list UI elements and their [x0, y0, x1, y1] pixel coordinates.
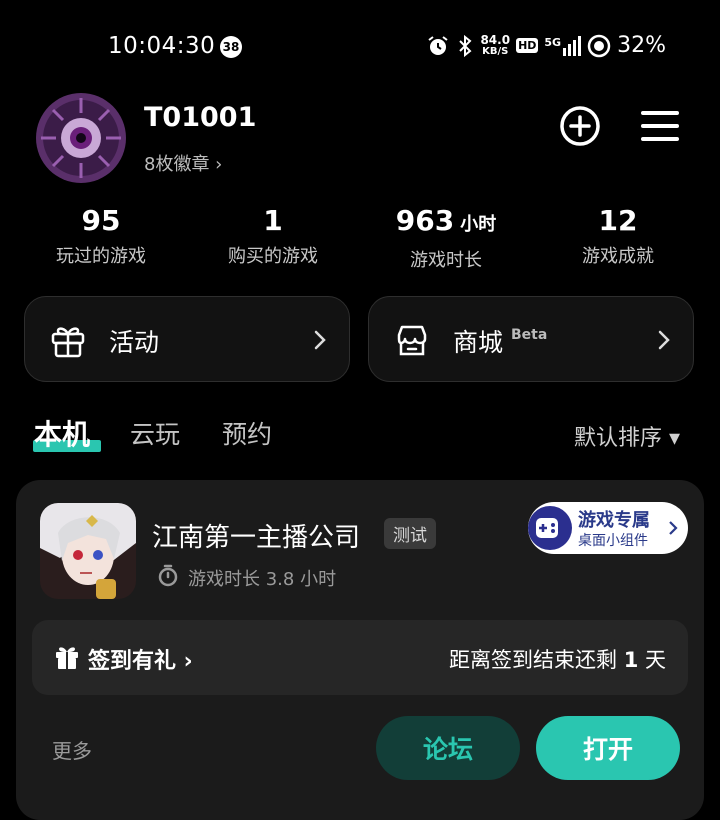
store-title: 商城	[453, 328, 504, 357]
status-icons: 84.0 KB/S HD 5G 32%	[426, 33, 666, 58]
chevron-right-icon	[669, 521, 678, 535]
menu-icon[interactable]	[638, 104, 682, 148]
stat-value: 963	[395, 204, 455, 237]
net-speed-value: 84.0	[480, 32, 511, 47]
gift-icon	[51, 327, 85, 358]
signal-icon: 5G	[544, 35, 582, 56]
game-playtime: 游戏时长 3.8 小时	[188, 569, 337, 590]
test-tag: 测试	[384, 518, 436, 549]
checkin-remaining-prefix: 距离签到结束还剩	[449, 648, 617, 672]
activity-card[interactable]: 活动	[24, 296, 350, 382]
stat-played-games[interactable]: 95 玩过的游戏	[16, 204, 186, 268]
game-icon[interactable]	[40, 503, 136, 599]
widget-subtitle: 桌面小组件	[578, 533, 648, 549]
activity-label: 活动	[109, 328, 160, 357]
tab-cloud[interactable]: 云玩	[130, 415, 180, 451]
network-speed: 84.0 KB/S	[480, 32, 511, 57]
store-card[interactable]: 商城 Beta	[368, 296, 694, 382]
add-icon[interactable]	[558, 104, 602, 148]
stopwatch-icon	[158, 564, 178, 587]
checkin-days: 1	[623, 648, 639, 672]
signal-type: 5G	[544, 35, 562, 49]
widget-title: 游戏专属	[578, 510, 650, 531]
tab-local[interactable]: 本机	[34, 413, 90, 453]
stat-label: 玩过的游戏	[56, 246, 146, 267]
stat-value: 1	[263, 204, 283, 237]
sort-dropdown[interactable]: 默认排序 ▾	[574, 420, 680, 452]
checkin-remaining: 距离签到结束还剩 1 天	[449, 644, 666, 674]
stat-label: 游戏成就	[582, 246, 654, 267]
status-time: 10:04:30	[108, 33, 216, 59]
forum-button[interactable]: 论坛	[376, 716, 520, 780]
beta-badge: Beta	[511, 327, 548, 343]
game-title: 江南第一主播公司	[152, 523, 361, 553]
chevron-right-icon	[314, 330, 326, 350]
notification-count-badge: 38	[220, 36, 242, 58]
gamepad-icon	[528, 506, 572, 550]
open-button[interactable]: 打开	[536, 716, 680, 780]
stat-label: 购买的游戏	[228, 246, 318, 267]
stat-achievements[interactable]: 12 游戏成就	[533, 204, 703, 268]
checkin-label: 签到有礼 ›	[88, 649, 193, 674]
desktop-widget-button[interactable]: 游戏专属 桌面小组件	[528, 502, 688, 554]
more-link[interactable]: 更多	[52, 735, 92, 764]
badges-link[interactable]: 8枚徽章 ›	[144, 150, 222, 176]
net-speed-unit: KB/S	[482, 45, 509, 57]
avatar[interactable]	[36, 93, 126, 183]
battery-saver-icon	[587, 34, 611, 57]
battery-percent: 32%	[617, 33, 666, 58]
stat-play-time[interactable]: 963 小时 游戏时长	[361, 204, 531, 272]
checkin-bar[interactable]: 签到有礼 › 距离签到结束还剩 1 天	[32, 620, 688, 695]
store-icon	[397, 325, 427, 356]
status-bar: 10:04:30 38 84.0 KB/S HD 5G 32%	[0, 0, 720, 95]
store-label: 商城 Beta	[453, 323, 547, 359]
tab-reserve[interactable]: 预约	[222, 415, 272, 451]
stat-purchased-games[interactable]: 1 购买的游戏	[188, 204, 358, 268]
stat-value: 12	[598, 204, 638, 237]
checkin-remaining-suffix: 天	[645, 648, 666, 672]
username: T01001	[144, 102, 257, 133]
stat-unit: 小时	[460, 214, 497, 235]
gift-icon	[56, 647, 78, 669]
hd-icon: HD	[516, 38, 539, 53]
bluetooth-icon	[459, 34, 472, 57]
stat-value: 95	[81, 204, 121, 237]
chevron-right-icon	[658, 330, 670, 350]
stat-label: 游戏时长	[410, 250, 482, 271]
alarm-icon	[428, 35, 449, 55]
